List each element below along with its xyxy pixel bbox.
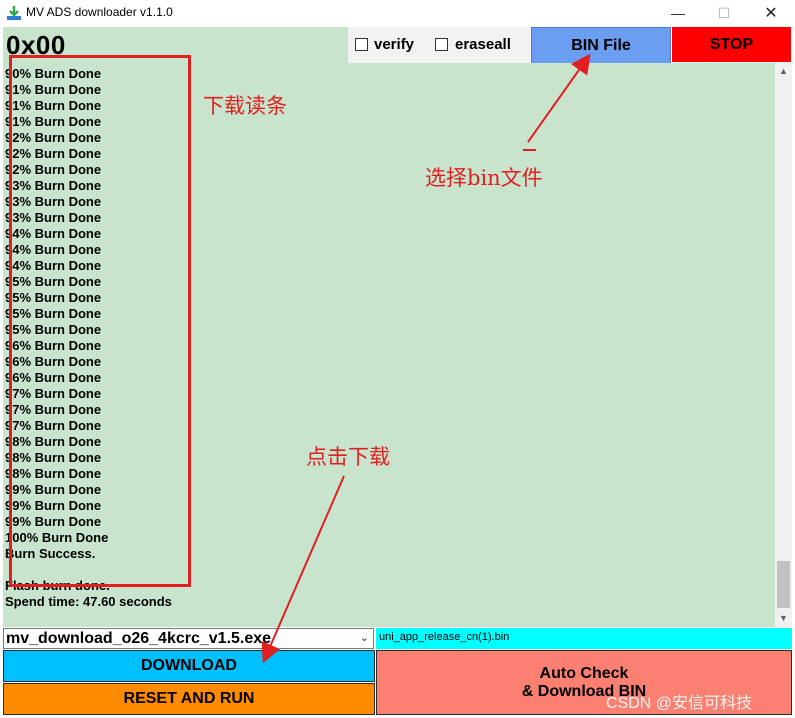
annotation-arrows — [261, 53, 591, 664]
watermark-text: CSDN @安信可科技 — [606, 695, 753, 712]
arrow-to-download — [261, 475, 345, 664]
arrow-to-bin-file — [527, 53, 591, 143]
